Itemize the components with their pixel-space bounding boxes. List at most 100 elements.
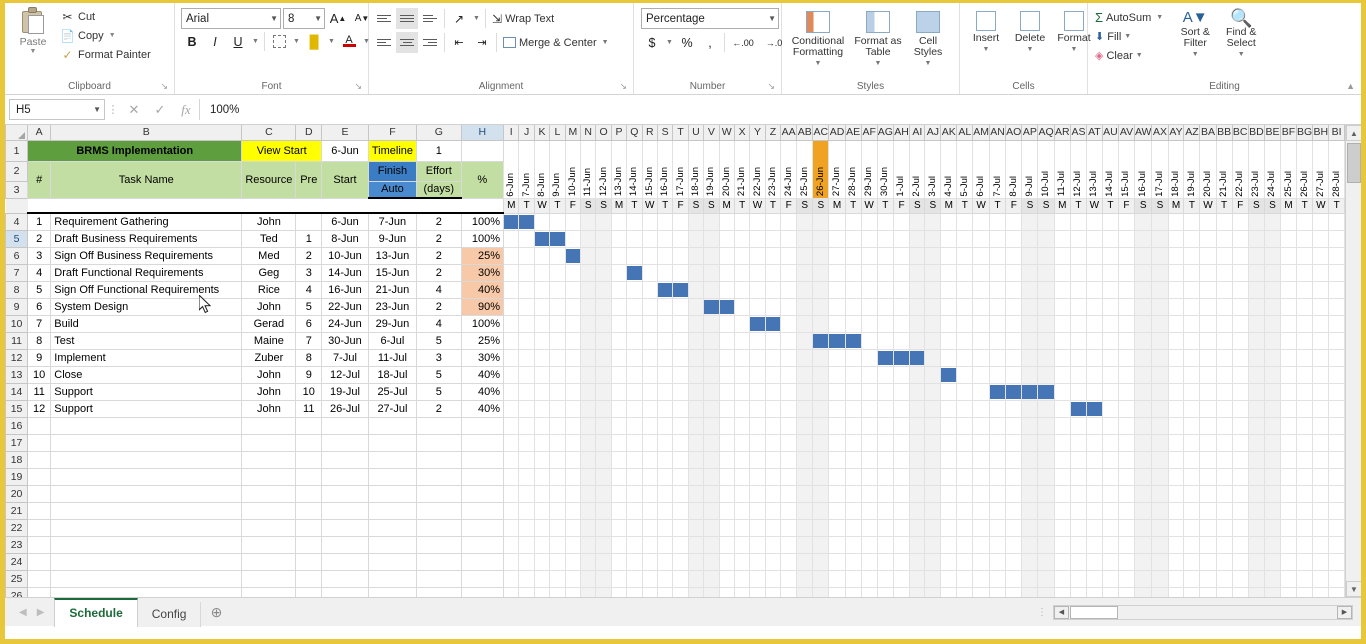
empty-cell[interactable] bbox=[957, 417, 973, 434]
gantt-empty-cell[interactable] bbox=[534, 349, 549, 366]
gantt-empty-cell[interactable] bbox=[910, 281, 925, 298]
gantt-empty-cell[interactable] bbox=[1329, 383, 1344, 400]
empty-cell[interactable] bbox=[611, 536, 626, 553]
gantt-empty-cell[interactable] bbox=[861, 247, 877, 264]
empty-cell[interactable] bbox=[368, 536, 416, 553]
empty-cell[interactable] bbox=[1216, 468, 1232, 485]
task-percent[interactable]: 40% bbox=[461, 281, 503, 298]
empty-cell[interactable] bbox=[797, 553, 813, 570]
gantt-empty-cell[interactable] bbox=[910, 315, 925, 332]
empty-cell[interactable] bbox=[957, 536, 973, 553]
gantt-empty-cell[interactable] bbox=[1102, 349, 1118, 366]
empty-cell[interactable] bbox=[910, 434, 925, 451]
empty-cell[interactable] bbox=[1119, 536, 1135, 553]
empty-cell[interactable] bbox=[925, 519, 941, 536]
gantt-empty-cell[interactable] bbox=[1152, 332, 1168, 349]
task-effort[interactable]: 5 bbox=[417, 383, 462, 400]
empty-cell[interactable] bbox=[596, 417, 611, 434]
column-header-AK[interactable]: AK bbox=[941, 125, 957, 140]
column-header-AZ[interactable]: AZ bbox=[1184, 125, 1200, 140]
task-percent[interactable]: 90% bbox=[461, 298, 503, 315]
gantt-empty-cell[interactable] bbox=[565, 264, 580, 281]
gantt-empty-cell[interactable] bbox=[957, 247, 973, 264]
gantt-empty-cell[interactable] bbox=[861, 315, 877, 332]
gantt-empty-cell[interactable] bbox=[813, 383, 829, 400]
empty-cell[interactable] bbox=[519, 434, 534, 451]
empty-cell[interactable] bbox=[51, 553, 242, 570]
gantt-empty-cell[interactable] bbox=[550, 281, 565, 298]
empty-cell[interactable] bbox=[1313, 485, 1329, 502]
column-header-AQ[interactable]: AQ bbox=[1038, 125, 1054, 140]
task-percent[interactable]: 100% bbox=[461, 230, 503, 247]
empty-cell[interactable] bbox=[910, 570, 925, 587]
sheet-tab-config[interactable]: Config bbox=[138, 602, 202, 627]
empty-cell[interactable] bbox=[893, 536, 909, 553]
empty-cell[interactable] bbox=[1329, 570, 1344, 587]
gantt-empty-cell[interactable] bbox=[750, 230, 765, 247]
empty-cell[interactable] bbox=[688, 485, 703, 502]
gantt-empty-cell[interactable] bbox=[1006, 230, 1022, 247]
empty-cell[interactable] bbox=[296, 502, 322, 519]
gantt-empty-cell[interactable] bbox=[941, 400, 957, 417]
empty-cell[interactable] bbox=[813, 468, 829, 485]
empty-cell[interactable] bbox=[973, 468, 990, 485]
enter-formula-button[interactable]: ✓ bbox=[147, 99, 173, 120]
empty-cell[interactable] bbox=[1134, 502, 1152, 519]
empty-cell[interactable] bbox=[1297, 519, 1313, 536]
empty-cell[interactable] bbox=[781, 553, 797, 570]
gantt-empty-cell[interactable] bbox=[1152, 281, 1168, 298]
gantt-empty-cell[interactable] bbox=[1038, 230, 1054, 247]
empty-cell[interactable] bbox=[1134, 519, 1152, 536]
task-effort[interactable]: 2 bbox=[417, 247, 462, 264]
empty-cell[interactable] bbox=[1216, 434, 1232, 451]
empty-cell[interactable] bbox=[1152, 587, 1168, 597]
empty-cell[interactable] bbox=[1119, 553, 1135, 570]
project-title-cell[interactable]: BRMS Implementation bbox=[28, 140, 242, 161]
empty-cell[interactable] bbox=[781, 519, 797, 536]
empty-cell[interactable] bbox=[368, 451, 416, 468]
empty-cell[interactable] bbox=[688, 451, 703, 468]
gantt-empty-cell[interactable] bbox=[1264, 315, 1280, 332]
task-resource[interactable]: Med bbox=[242, 247, 296, 264]
empty-cell[interactable] bbox=[1184, 451, 1200, 468]
format-as-table-button[interactable]: Format as Table ▼ bbox=[850, 7, 906, 71]
gantt-empty-cell[interactable] bbox=[1022, 349, 1038, 366]
task-number[interactable]: 7 bbox=[28, 315, 51, 332]
gantt-empty-cell[interactable] bbox=[565, 366, 580, 383]
gantt-empty-cell[interactable] bbox=[765, 247, 780, 264]
task-name[interactable]: Support bbox=[51, 400, 242, 417]
empty-cell[interactable] bbox=[28, 434, 51, 451]
task-resource[interactable]: John bbox=[242, 213, 296, 230]
empty-cell[interactable] bbox=[1313, 536, 1329, 553]
gantt-empty-cell[interactable] bbox=[1022, 264, 1038, 281]
empty-cell[interactable] bbox=[1313, 553, 1329, 570]
empty-cell[interactable] bbox=[596, 536, 611, 553]
empty-cell[interactable] bbox=[829, 451, 845, 468]
empty-cell[interactable] bbox=[673, 553, 688, 570]
gantt-empty-cell[interactable] bbox=[565, 315, 580, 332]
underline-button[interactable]: U bbox=[227, 31, 249, 52]
row-header-26[interactable]: 26 bbox=[6, 587, 28, 597]
gantt-empty-cell[interactable] bbox=[1297, 298, 1313, 315]
gantt-empty-cell[interactable] bbox=[657, 315, 672, 332]
empty-cell[interactable] bbox=[1281, 485, 1297, 502]
gantt-empty-cell[interactable] bbox=[1264, 383, 1280, 400]
row-header-7[interactable]: 7 bbox=[6, 264, 28, 281]
gantt-empty-cell[interactable] bbox=[734, 298, 749, 315]
gantt-empty-cell[interactable] bbox=[797, 247, 813, 264]
gantt-empty-cell[interactable] bbox=[642, 281, 657, 298]
gantt-empty-cell[interactable] bbox=[1134, 400, 1152, 417]
gantt-empty-cell[interactable] bbox=[581, 230, 596, 247]
gantt-empty-cell[interactable] bbox=[973, 264, 990, 281]
empty-cell[interactable] bbox=[1022, 536, 1038, 553]
gantt-empty-cell[interactable] bbox=[973, 366, 990, 383]
gantt-empty-cell[interactable] bbox=[829, 315, 845, 332]
gantt-empty-cell[interactable] bbox=[1086, 366, 1102, 383]
row-header-15[interactable]: 15 bbox=[6, 400, 28, 417]
empty-cell[interactable] bbox=[1313, 519, 1329, 536]
gantt-empty-cell[interactable] bbox=[1070, 230, 1086, 247]
empty-cell[interactable] bbox=[910, 485, 925, 502]
empty-cell[interactable] bbox=[989, 553, 1005, 570]
gantt-empty-cell[interactable] bbox=[1038, 247, 1054, 264]
empty-cell[interactable] bbox=[550, 417, 565, 434]
